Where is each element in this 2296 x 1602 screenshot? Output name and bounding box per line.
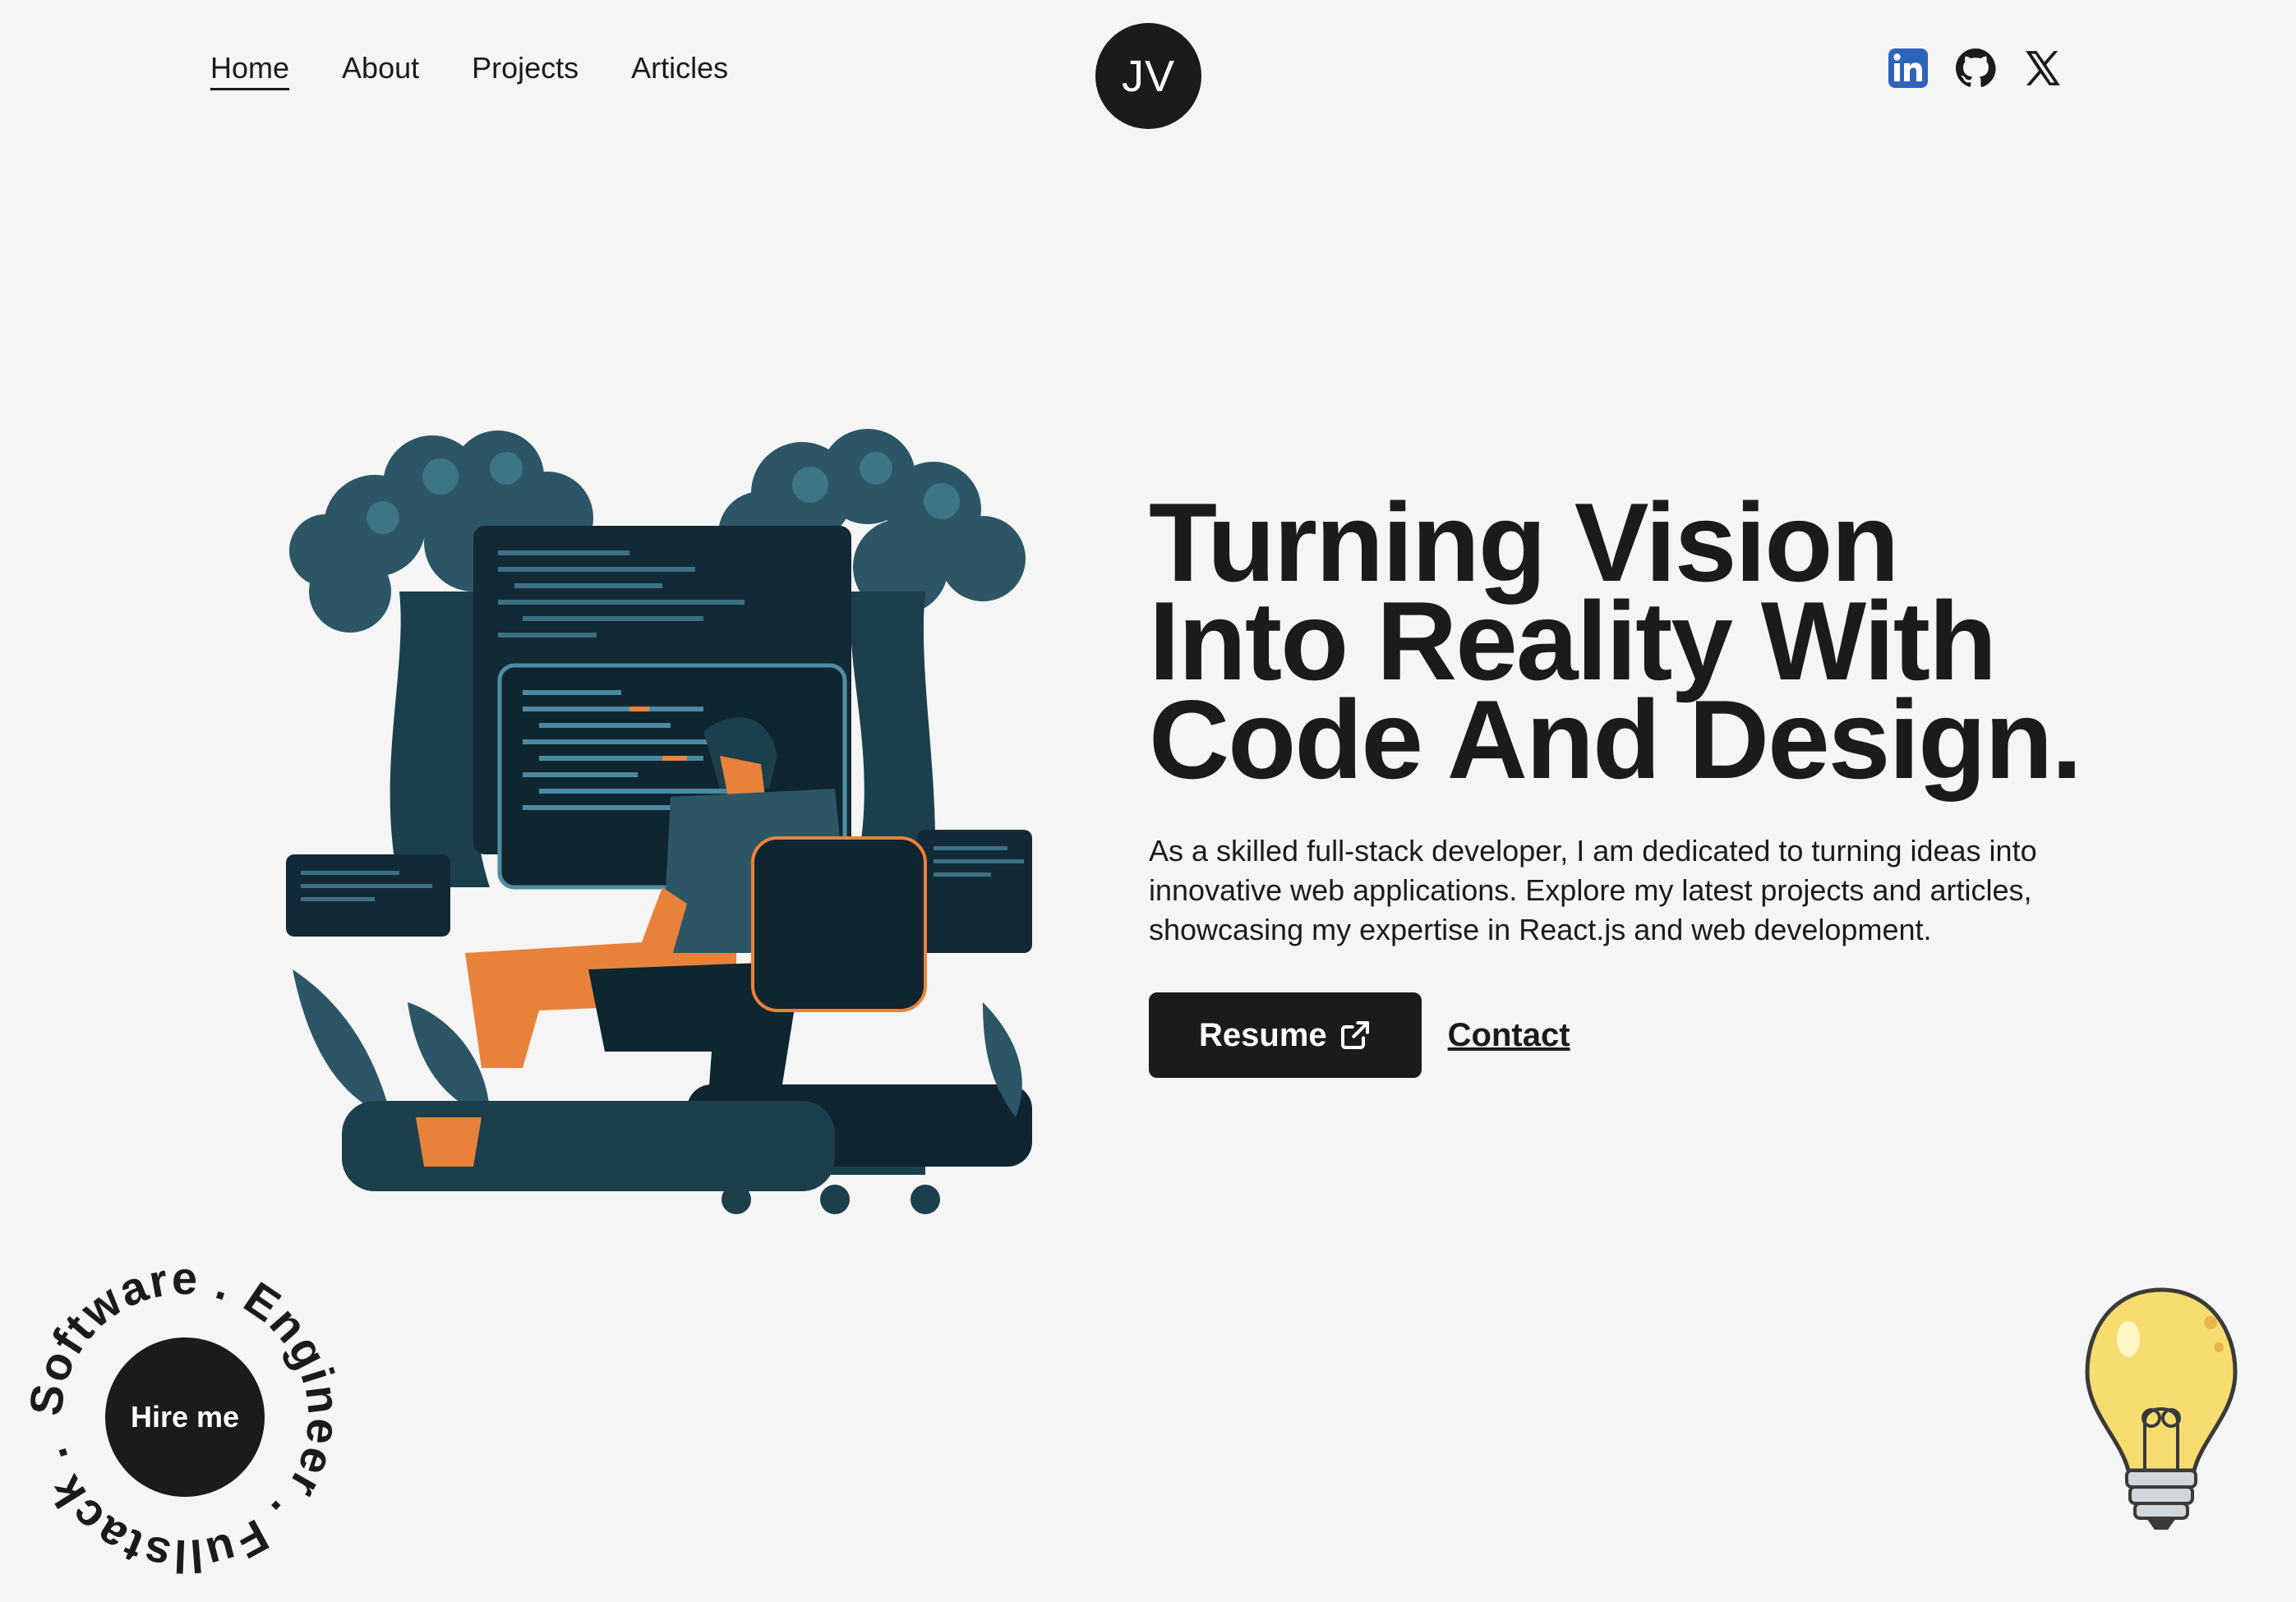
- contact-link[interactable]: Contact: [1448, 1017, 1570, 1054]
- hero-content: Turning Vision Into Reality With Code An…: [1149, 480, 2118, 1078]
- logo-initials: JV: [1121, 51, 1176, 101]
- developer-illustration: [286, 429, 1032, 1214]
- nav-projects[interactable]: Projects: [472, 48, 579, 89]
- main-nav: Home About Projects Articles: [210, 48, 728, 90]
- github-icon[interactable]: [1955, 48, 1996, 89]
- hire-me-badge[interactable]: Software . Engineer . Fullstack . Hire m…: [19, 1252, 349, 1582]
- resume-button[interactable]: Resume: [1149, 992, 1422, 1078]
- nav-home[interactable]: Home: [210, 48, 290, 90]
- hero-headline: Turning Vision Into Reality With Code An…: [1149, 480, 2082, 802]
- hire-me-label: Hire me: [130, 1400, 240, 1434]
- hero-actions: Resume Contact: [1149, 992, 2118, 1078]
- logo[interactable]: JV: [1095, 23, 1201, 129]
- x-twitter-icon[interactable]: [2022, 48, 2063, 89]
- hero-intro: As a skilled full-stack developer, I am …: [1149, 834, 2037, 946]
- nav-articles[interactable]: Articles: [631, 48, 728, 89]
- social-links: [1888, 48, 2063, 89]
- nav-about[interactable]: About: [342, 48, 419, 89]
- external-link-icon: [1340, 1021, 1369, 1049]
- light-bulb-icon: [2085, 1287, 2238, 1530]
- portfolio-page: Home About Projects Articles JV Turning …: [0, 0, 2296, 1602]
- hire-me-button[interactable]: Hire me: [105, 1337, 265, 1497]
- resume-label: Resume: [1199, 1016, 1327, 1053]
- linkedin-icon[interactable]: [1888, 48, 1929, 89]
